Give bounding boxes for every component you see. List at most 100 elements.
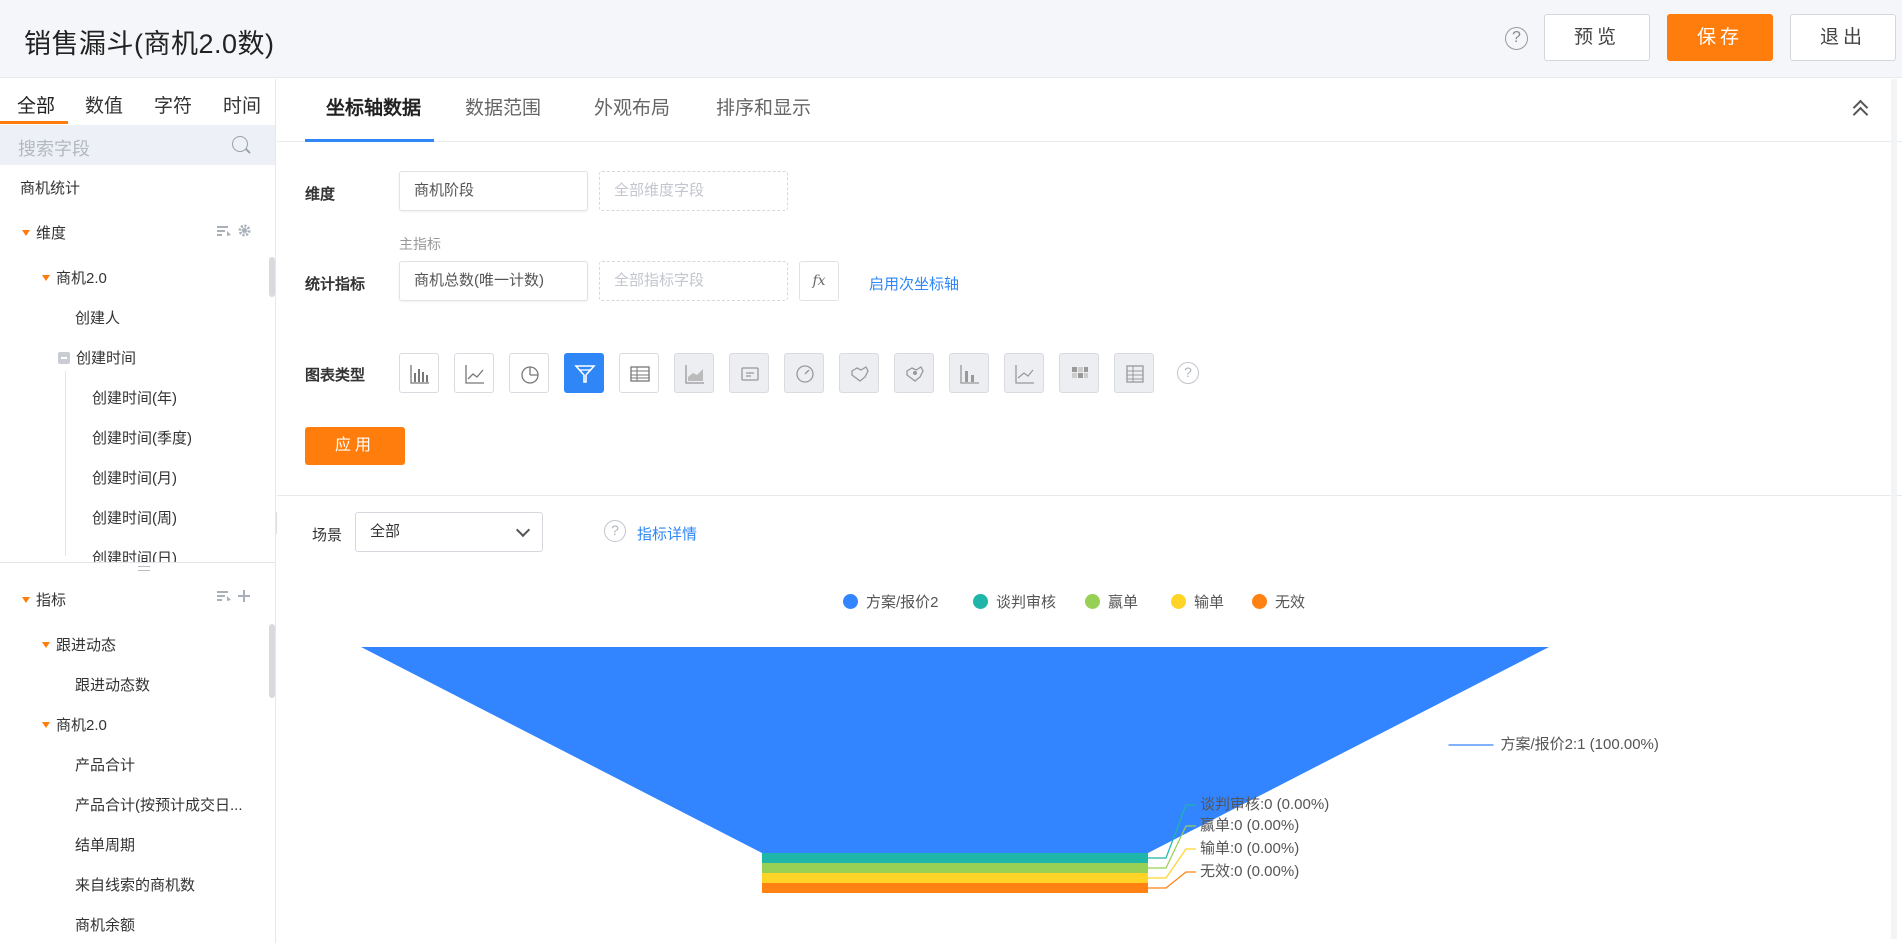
legend-label: 赢单 bbox=[1108, 594, 1139, 611]
tab-all[interactable]: 全部 bbox=[17, 91, 55, 118]
splitter-drag-handle[interactable] bbox=[138, 566, 150, 571]
collapse-panel-icon[interactable] bbox=[1852, 97, 1870, 123]
tree-field-creator[interactable]: 创建人 bbox=[75, 307, 120, 328]
help-icon[interactable]: ? bbox=[1505, 27, 1528, 50]
legend-item[interactable]: 输单 bbox=[1171, 591, 1224, 612]
formula-button[interactable]: fx bbox=[799, 261, 839, 301]
add-icon[interactable] bbox=[238, 590, 251, 602]
sort-fields-icon[interactable] bbox=[217, 590, 231, 602]
apply-button[interactable]: 应用 bbox=[305, 427, 405, 465]
area-chart-icon[interactable] bbox=[674, 353, 714, 393]
tab-axis-data[interactable]: 坐标轴数据 bbox=[326, 93, 421, 120]
line-chart-icon[interactable] bbox=[454, 353, 494, 393]
tree-field-opportunity-balance[interactable]: 商机余额 bbox=[75, 914, 135, 935]
funnel-segment[interactable] bbox=[762, 853, 1148, 863]
field-sidebar: 全部 数值 字符 时间 搜索字段 商机统计 维度 商机2.0 创建人 创建时间 … bbox=[0, 79, 276, 943]
legend-item[interactable]: 谈判审核 bbox=[973, 591, 1056, 612]
funnel-data-label: 输单:0 (0.00%) bbox=[1200, 840, 1299, 857]
tree-metric-sub2[interactable]: 商机2.0 bbox=[42, 714, 107, 735]
tree-field-month[interactable]: 创建时间(月) bbox=[92, 467, 177, 488]
legend-item[interactable]: 方案/报价2 bbox=[843, 591, 939, 612]
caret-down-icon bbox=[42, 642, 50, 649]
collapse-box-icon[interactable] bbox=[58, 352, 70, 365]
pivot-table-icon[interactable] bbox=[1114, 353, 1154, 393]
combo-chart-icon[interactable] bbox=[1004, 353, 1044, 393]
dimension-sub-label: 商机2.0 bbox=[56, 270, 107, 287]
tree-metric-sub1[interactable]: 跟进动态 bbox=[42, 634, 116, 655]
tree-guide-line bbox=[65, 371, 66, 556]
tree-field-day[interactable]: 创建时间(日) bbox=[92, 547, 177, 563]
tree-field-followup-count[interactable]: 跟进动态数 bbox=[75, 674, 150, 695]
sidebar-splitter[interactable] bbox=[0, 562, 275, 563]
sidebar-scroll-thumb-top[interactable] bbox=[269, 257, 275, 297]
funnel-chart-icon[interactable] bbox=[564, 353, 604, 393]
tree-field-quarter[interactable]: 创建时间(季度) bbox=[92, 427, 192, 448]
legend-label: 方案/报价2 bbox=[866, 594, 939, 611]
save-button[interactable]: 保存 bbox=[1667, 14, 1773, 61]
funnel-segment[interactable] bbox=[762, 883, 1148, 893]
tree-field-product-total[interactable]: 产品合计 bbox=[75, 754, 135, 775]
tree-field-week[interactable]: 创建时间(周) bbox=[92, 507, 177, 528]
pie-chart-icon[interactable] bbox=[509, 353, 549, 393]
map-bubble-icon[interactable] bbox=[894, 353, 934, 393]
table-chart-icon[interactable] bbox=[619, 353, 659, 393]
funnel-label-line bbox=[1148, 871, 1196, 889]
metric-detail-help-icon[interactable]: ? bbox=[604, 520, 626, 542]
legend-item[interactable]: 赢单 bbox=[1085, 591, 1138, 612]
tree-dimension-sub[interactable]: 商机2.0 bbox=[42, 267, 107, 288]
create-time-label: 创建时间 bbox=[76, 350, 137, 367]
map-icon[interactable] bbox=[839, 353, 879, 393]
tree-field-product-total-by-date[interactable]: 产品合计(按预计成交日... bbox=[75, 794, 243, 815]
scene-select[interactable]: 全部 bbox=[355, 512, 543, 552]
funnel-data-label: 方案/报价2:1 (100.00%) bbox=[1501, 735, 1659, 753]
caret-down-icon bbox=[42, 275, 50, 282]
tab-data-range[interactable]: 数据范围 bbox=[465, 93, 541, 120]
tab-appearance[interactable]: 外观布局 bbox=[594, 93, 670, 120]
metric-drop-zone[interactable]: 全部指标字段 bbox=[599, 261, 788, 301]
legend-label: 输单 bbox=[1194, 594, 1225, 611]
funnel-segment[interactable] bbox=[762, 863, 1148, 873]
tab-sort-display[interactable]: 排序和显示 bbox=[716, 93, 811, 120]
card-icon[interactable] bbox=[729, 353, 769, 393]
gear-icon[interactable] bbox=[238, 224, 251, 237]
stacked-bar-icon[interactable] bbox=[949, 353, 989, 393]
metric-detail-link[interactable]: 指标详情 bbox=[637, 523, 697, 544]
scene-label: 场景 bbox=[312, 527, 343, 544]
tab-numeric[interactable]: 数值 bbox=[85, 91, 123, 118]
bar-chart-icon[interactable] bbox=[399, 353, 439, 393]
secondary-axis-link[interactable]: 启用次坐标轴 bbox=[869, 273, 959, 294]
field-search-input[interactable]: 搜索字段 bbox=[0, 125, 275, 165]
dimension-tools bbox=[217, 224, 251, 240]
heatmap-icon[interactable] bbox=[1059, 353, 1099, 393]
funnel-segment[interactable] bbox=[762, 873, 1148, 883]
chart-type-label: 图表类型 bbox=[305, 367, 366, 384]
tree-metric-group[interactable]: 指标 bbox=[22, 589, 66, 610]
dimension-group-label: 维度 bbox=[36, 225, 67, 242]
dimension-drop-zone[interactable]: 全部维度字段 bbox=[599, 171, 788, 211]
tree-root[interactable]: 商机统计 bbox=[20, 177, 80, 198]
funnel-segment[interactable] bbox=[361, 647, 1549, 853]
preview-button[interactable]: 预览 bbox=[1544, 14, 1650, 61]
gauge-icon[interactable] bbox=[784, 353, 824, 393]
funnel-chart: 方案/报价2:1 (100.00%) 谈判审核:0 (0.00%) 赢单:0 (0.… bbox=[361, 647, 1659, 893]
search-icon[interactable] bbox=[232, 136, 248, 152]
sidebar-scroll-thumb-bottom[interactable] bbox=[269, 624, 275, 698]
editor-tabs: 坐标轴数据 数据范围 外观布局 排序和显示 bbox=[277, 79, 1902, 142]
chart-type-help-icon[interactable]: ? bbox=[1177, 362, 1199, 384]
legend-label: 无效 bbox=[1275, 594, 1306, 611]
legend-dot bbox=[1085, 593, 1100, 609]
tree-field-create-time[interactable]: 创建时间 bbox=[58, 347, 136, 368]
tree-field-leads-opportunities[interactable]: 来自线索的商机数 bbox=[75, 874, 195, 895]
dimension-field-chip[interactable]: 商机阶段 bbox=[399, 171, 588, 211]
tree-dimension-group[interactable]: 维度 bbox=[22, 222, 66, 243]
tab-string[interactable]: 字符 bbox=[154, 91, 192, 118]
caret-down-icon bbox=[22, 597, 30, 604]
tree-field-year[interactable]: 创建时间(年) bbox=[92, 387, 177, 408]
exit-button[interactable]: 退出 bbox=[1790, 14, 1896, 61]
legend-item[interactable]: 无效 bbox=[1252, 591, 1305, 612]
metric-field-chip[interactable]: 商机总数(唯一计数) bbox=[399, 261, 588, 301]
sort-fields-icon[interactable] bbox=[217, 225, 231, 237]
tab-time[interactable]: 时间 bbox=[223, 91, 261, 118]
main-scrollbar[interactable] bbox=[1891, 79, 1897, 939]
tree-field-close-cycle[interactable]: 结单周期 bbox=[75, 834, 135, 855]
